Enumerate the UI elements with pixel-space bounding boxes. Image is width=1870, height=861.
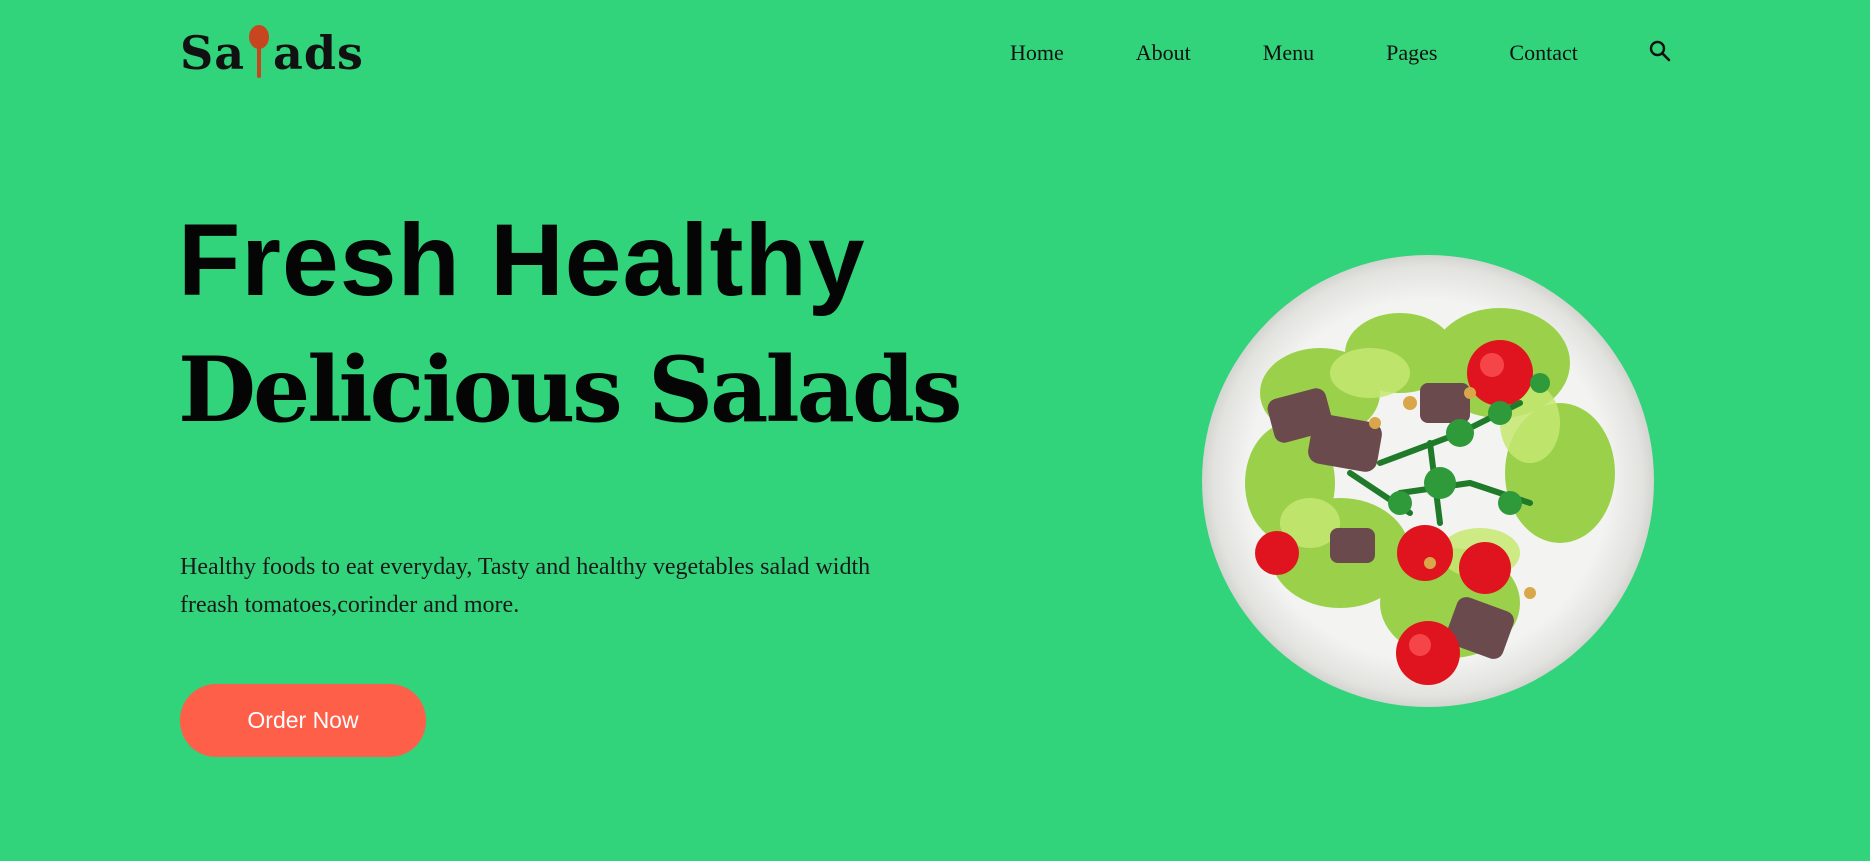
- hero-title-line1: Fresh Healthy: [178, 203, 866, 317]
- nav-pages[interactable]: Pages: [1386, 38, 1437, 68]
- salad-plate-image: [1200, 253, 1655, 708]
- logo[interactable]: Sa ads: [180, 22, 364, 84]
- spoon-icon: [248, 22, 270, 78]
- nav-about[interactable]: About: [1136, 38, 1191, 68]
- search-icon[interactable]: [1648, 39, 1672, 63]
- logo-text-suffix: ads: [273, 26, 364, 80]
- hero-title-line2: Delicious Salads: [178, 337, 963, 443]
- site-header: Sa ads Home About Menu Pages Contact: [0, 0, 1870, 110]
- nav-menu[interactable]: Menu: [1263, 38, 1314, 68]
- order-now-button[interactable]: Order Now: [180, 684, 426, 757]
- nav-home[interactable]: Home: [1010, 38, 1064, 68]
- logo-text-prefix: Sa: [180, 26, 246, 80]
- main-nav: Home About Menu Pages Contact: [1010, 38, 1672, 68]
- hero-description: Healthy foods to eat everyday, Tasty and…: [180, 554, 871, 618]
- nav-contact[interactable]: Contact: [1509, 38, 1577, 68]
